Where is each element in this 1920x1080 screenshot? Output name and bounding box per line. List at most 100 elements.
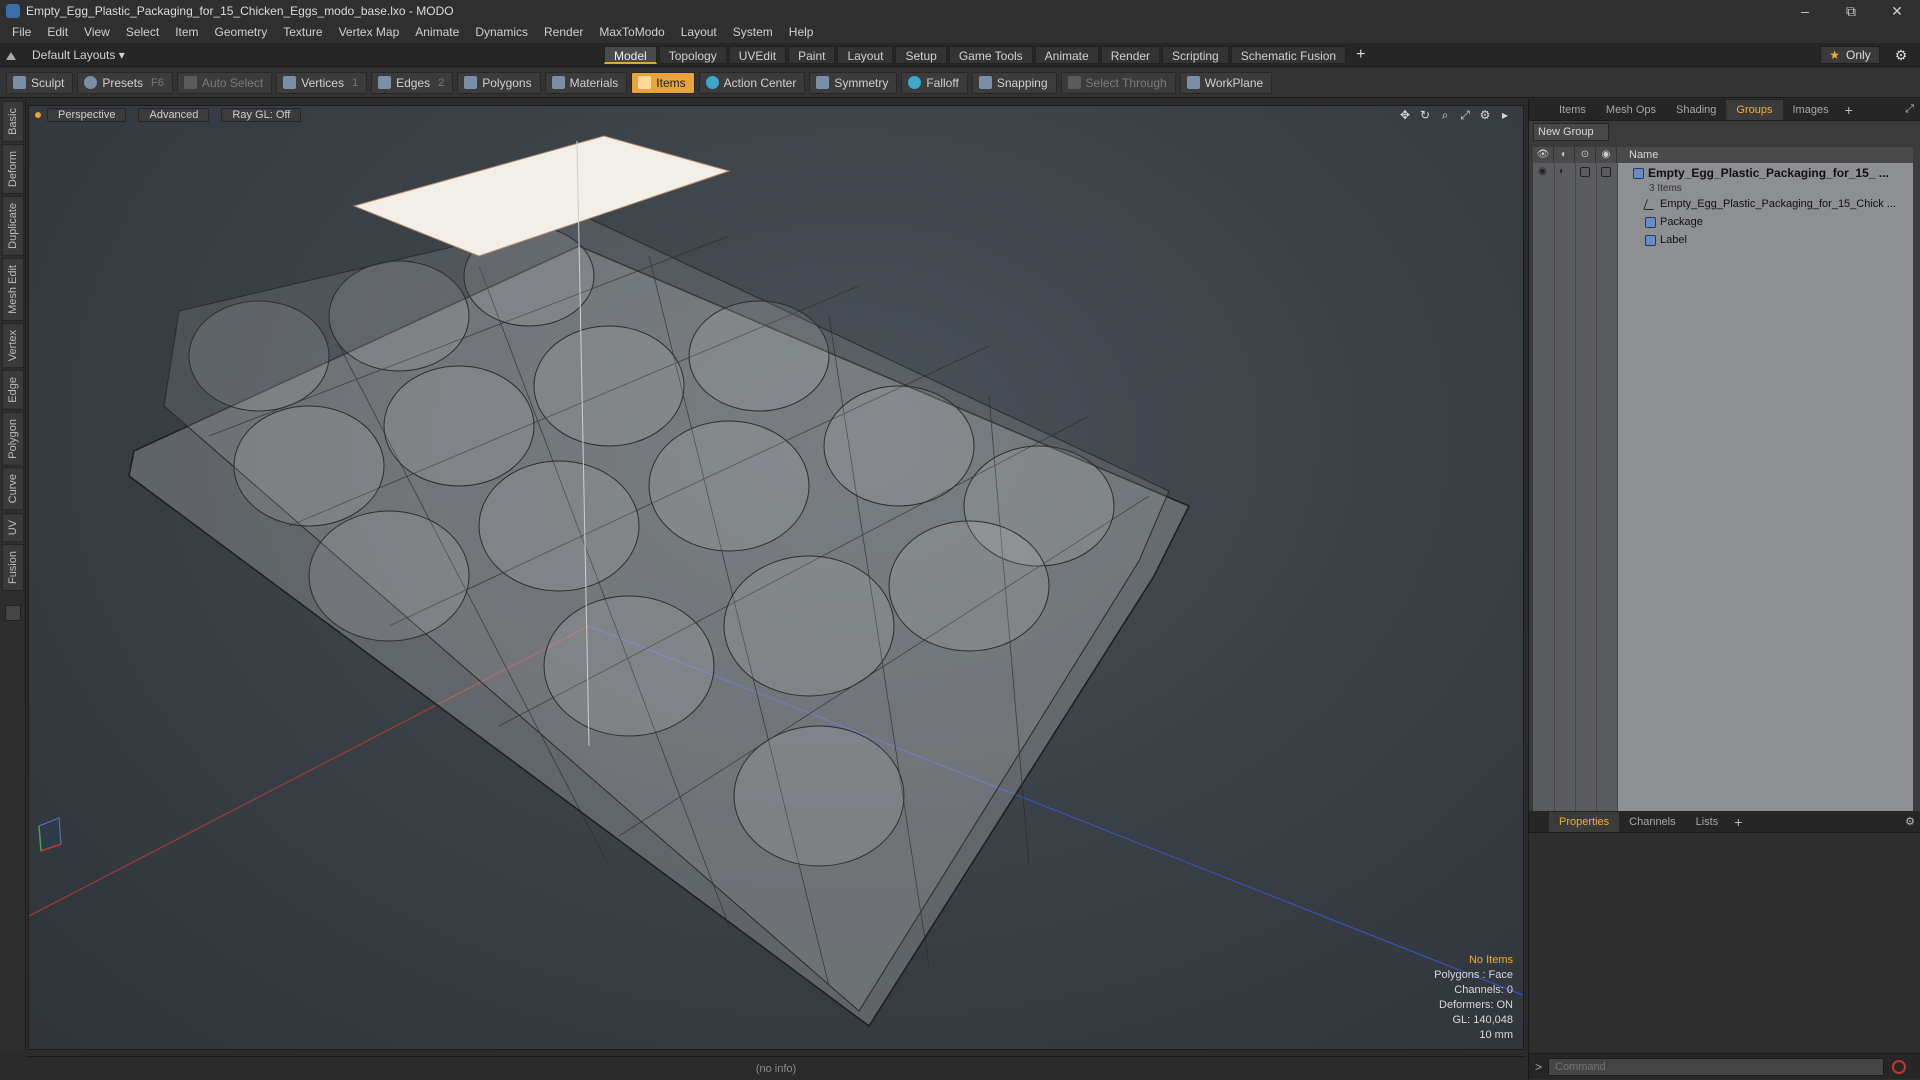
tab-animate[interactable]: Animate <box>1034 46 1099 64</box>
tab-setup[interactable]: Setup <box>895 46 947 64</box>
viewport-settings-icon[interactable]: ⚙ <box>1477 108 1493 122</box>
layout-selector[interactable]: Default Layouts ▾ <box>6 43 125 67</box>
palette-tab-fusion[interactable]: Fusion <box>2 544 24 592</box>
maximize-button[interactable]: ⧉ <box>1828 0 1874 22</box>
palette-tab-deform[interactable]: Deform <box>2 143 24 194</box>
tab-scripting[interactable]: Scripting <box>1162 46 1229 64</box>
menu-select[interactable]: Select <box>118 22 167 43</box>
command-bar: > <box>1529 1053 1920 1079</box>
materials-button[interactable]: Materials <box>544 71 628 94</box>
tab-images[interactable]: Images <box>1783 100 1839 120</box>
action-center-button[interactable]: Action Center <box>698 71 806 94</box>
visibility-column-icon[interactable]: 👁 <box>1533 147 1554 163</box>
tree-row-label[interactable]: Label <box>1533 231 1913 249</box>
tab-channels[interactable]: Channels <box>1619 812 1685 832</box>
lock-checkbox[interactable] <box>1580 167 1590 177</box>
label-item-label: Label <box>1645 234 1687 246</box>
layout-toggle-icon[interactable] <box>6 50 16 60</box>
props-expand-icon[interactable]: ⚙ <box>1905 815 1915 828</box>
command-input[interactable] <box>1548 1057 1885 1076</box>
advanced-button[interactable]: Advanced <box>138 108 210 122</box>
only-button[interactable]: ★ Only <box>1820 46 1880 64</box>
fit-icon[interactable]: ⤢ <box>1457 108 1473 122</box>
select-through-button[interactable]: Select Through <box>1060 71 1176 94</box>
tab-items[interactable]: Items <box>1549 100 1596 120</box>
snapping-button[interactable]: Snapping <box>971 71 1057 94</box>
tab-properties[interactable]: Properties <box>1549 811 1620 832</box>
palette-expand-button[interactable] <box>5 605 21 622</box>
polygons-button[interactable]: Polygons <box>457 71 541 94</box>
menu-animate[interactable]: Animate <box>407 22 467 43</box>
gear-icon[interactable]: ⚙ <box>1892 46 1910 64</box>
lock-column-icon[interactable]: ⊙ <box>1575 147 1596 163</box>
presets-button[interactable]: Presets F6 <box>77 71 173 94</box>
add-tab-button[interactable]: + <box>1348 46 1373 64</box>
new-group-button[interactable]: New Group <box>1533 123 1609 141</box>
raygl-button[interactable]: Ray GL: Off <box>221 108 302 122</box>
menu-dynamics[interactable]: Dynamics <box>467 22 536 43</box>
menu-view[interactable]: View <box>76 22 118 43</box>
menu-system[interactable]: System <box>725 22 781 43</box>
minimize-button[interactable]: – <box>1782 0 1828 22</box>
close-button[interactable]: ✕ <box>1874 0 1920 22</box>
palette-tab-edge[interactable]: Edge <box>2 369 24 410</box>
zoom-icon[interactable]: ⌕ <box>1437 108 1453 122</box>
items-button[interactable]: Items <box>631 71 695 94</box>
symmetry-button[interactable]: Symmetry <box>809 71 898 94</box>
tree-row-mesh[interactable]: Empty_Egg_Plastic_Packaging_for_15_Chick… <box>1533 195 1913 213</box>
sculpt-label: Sculpt <box>31 75 65 90</box>
tab-mesh-ops[interactable]: Mesh Ops <box>1596 100 1666 120</box>
palette-tab-vertex[interactable]: Vertex <box>2 322 24 368</box>
3d-viewport[interactable]: Perspective Advanced Ray GL: Off ✥ ↻ ⌕ ⤢… <box>28 105 1524 1050</box>
palette-tab-basic[interactable]: Basic <box>2 101 24 142</box>
menu-item[interactable]: Item <box>167 22 206 43</box>
palette-tab-polygon[interactable]: Polygon <box>2 411 24 466</box>
palette-tab-duplicate[interactable]: Duplicate <box>2 195 24 256</box>
rotate-icon[interactable]: ↻ <box>1417 108 1433 122</box>
tab-shading[interactable]: Shading <box>1666 100 1726 120</box>
render-column-icon[interactable]: ◐ <box>1554 147 1575 163</box>
menu-vertex-map[interactable]: Vertex Map <box>331 22 408 43</box>
menu-file[interactable]: File <box>4 22 39 43</box>
panel-expand-icon[interactable]: ⤢ <box>1905 103 1914 116</box>
menu-texture[interactable]: Texture <box>275 22 330 43</box>
tab-layout[interactable]: Layout <box>837 46 894 64</box>
tab-model[interactable]: Model <box>604 46 657 64</box>
select-checkbox[interactable] <box>1601 167 1611 177</box>
edges-button[interactable]: Edges 2 <box>371 71 454 94</box>
menu-help[interactable]: Help <box>781 22 822 43</box>
menu-geometry[interactable]: Geometry <box>207 22 276 43</box>
menu-maxtomodo[interactable]: MaxToModo <box>591 22 672 43</box>
stop-icon[interactable] <box>1892 1059 1907 1074</box>
add-props-tab-button[interactable]: + <box>1728 814 1748 830</box>
menu-render[interactable]: Render <box>536 22 591 43</box>
falloff-button[interactable]: Falloff <box>901 71 968 94</box>
add-panel-tab-button[interactable]: + <box>1839 102 1859 118</box>
perspective-button[interactable]: Perspective <box>47 108 127 122</box>
tab-lists[interactable]: Lists <box>1686 812 1729 832</box>
viewport-menu-dot-icon[interactable] <box>35 112 41 118</box>
tree-row-package[interactable]: Package <box>1533 213 1913 231</box>
presets-icon <box>84 76 98 89</box>
palette-tab-uv[interactable]: UV <box>2 512 24 543</box>
vertices-button[interactable]: Vertices 1 <box>276 71 368 94</box>
menu-layout[interactable]: Layout <box>673 22 725 43</box>
render-toggle-icon[interactable]: ◐ <box>1559 166 1565 177</box>
palette-tab-mesh-edit[interactable]: Mesh Edit <box>2 257 24 321</box>
select-column-icon[interactable]: ◉ <box>1596 147 1617 163</box>
tab-groups[interactable]: Groups <box>1726 99 1783 120</box>
sculpt-button[interactable]: Sculpt <box>6 71 74 94</box>
tab-schematic-fusion[interactable]: Schematic Fusion <box>1230 46 1347 64</box>
tab-topology[interactable]: Topology <box>658 46 727 64</box>
auto-select-button[interactable]: Auto Select <box>176 71 273 94</box>
palette-tab-curve[interactable]: Curve <box>2 467 24 511</box>
eye-icon[interactable]: ◉ <box>1538 166 1547 177</box>
viewport-expand-icon[interactable]: ▸ <box>1497 108 1513 122</box>
tab-game-tools[interactable]: Game Tools <box>948 46 1033 64</box>
tab-render[interactable]: Render <box>1100 46 1161 64</box>
workplane-button[interactable]: WorkPlane <box>1179 71 1273 94</box>
tab-paint[interactable]: Paint <box>788 46 836 64</box>
menu-edit[interactable]: Edit <box>39 22 76 43</box>
tab-uvedit[interactable]: UVEdit <box>728 46 787 64</box>
pan-icon[interactable]: ✥ <box>1397 108 1413 122</box>
